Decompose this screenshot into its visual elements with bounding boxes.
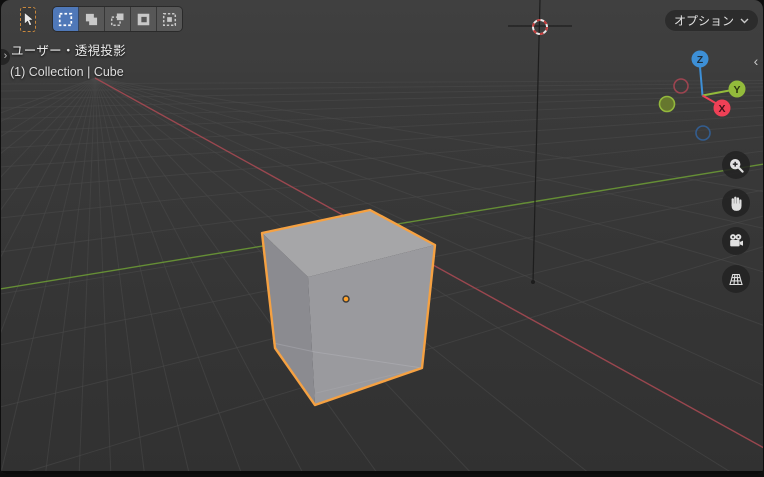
hand-icon	[731, 196, 741, 211]
perspective-grid-icon	[729, 273, 743, 286]
cube-object[interactable]	[260, 208, 437, 407]
gizmo-y-label: Y	[733, 84, 740, 96]
gizmo-neg-z-ball[interactable]	[695, 125, 711, 141]
options-label: オプション	[673, 14, 734, 28]
select-mode-extend-button[interactable]	[79, 7, 105, 31]
box-select-subtract-icon	[110, 13, 124, 26]
toggle-perspective-button[interactable]	[722, 265, 750, 293]
blender-window: ユーザー・透視投影 (1) Collection | Cube オプション › …	[0, 0, 764, 477]
select-mode-set-button[interactable]	[53, 7, 79, 31]
light-object-dot	[531, 280, 535, 284]
object-origin-dot	[342, 295, 350, 303]
gizmo-neg-y-ball[interactable]	[658, 95, 676, 113]
select-mode-invert-button[interactable]	[131, 7, 157, 31]
options-dropdown-button[interactable]: オプション	[664, 9, 759, 32]
z-axis-line	[532, 0, 541, 283]
view-perspective-label: ユーザー・透視投影	[11, 44, 126, 58]
gizmo-neg-x-ball[interactable]	[673, 78, 689, 94]
camera-view-button[interactable]	[722, 227, 750, 255]
chevron-down-icon	[740, 18, 749, 24]
pan-button[interactable]	[722, 189, 750, 217]
gizmo-y-ball[interactable]: Y	[728, 80, 746, 98]
box-select-extend-icon	[85, 13, 98, 25]
select-mode-subtract-button[interactable]	[105, 7, 131, 31]
zoom-button[interactable]	[722, 151, 750, 179]
gizmo-x-label: X	[718, 103, 725, 115]
window-bottom-edge	[1, 471, 763, 474]
movie-camera-icon	[730, 234, 743, 247]
navigation-gizmo[interactable]: Z Y X	[649, 44, 759, 148]
gizmo-z-ball[interactable]: Z	[691, 50, 709, 68]
box-select-intersect-icon	[162, 12, 177, 26]
magnifier-plus-icon	[729, 158, 744, 173]
breadcrumb: (1) Collection | Cube	[10, 65, 124, 79]
select-mode-group	[53, 7, 182, 31]
active-tool-button-tweak[interactable]	[20, 7, 36, 32]
cursor-arrow-icon	[23, 12, 34, 27]
box-select-set-icon	[58, 12, 73, 26]
select-mode-intersect-button[interactable]	[157, 7, 182, 31]
gizmo-x-ball[interactable]: X	[713, 99, 731, 117]
gizmo-z-label: Z	[697, 54, 704, 66]
box-select-invert-icon	[137, 13, 150, 25]
3d-viewport[interactable]: ユーザー・透視投影 (1) Collection | Cube オプション › …	[1, 0, 763, 474]
